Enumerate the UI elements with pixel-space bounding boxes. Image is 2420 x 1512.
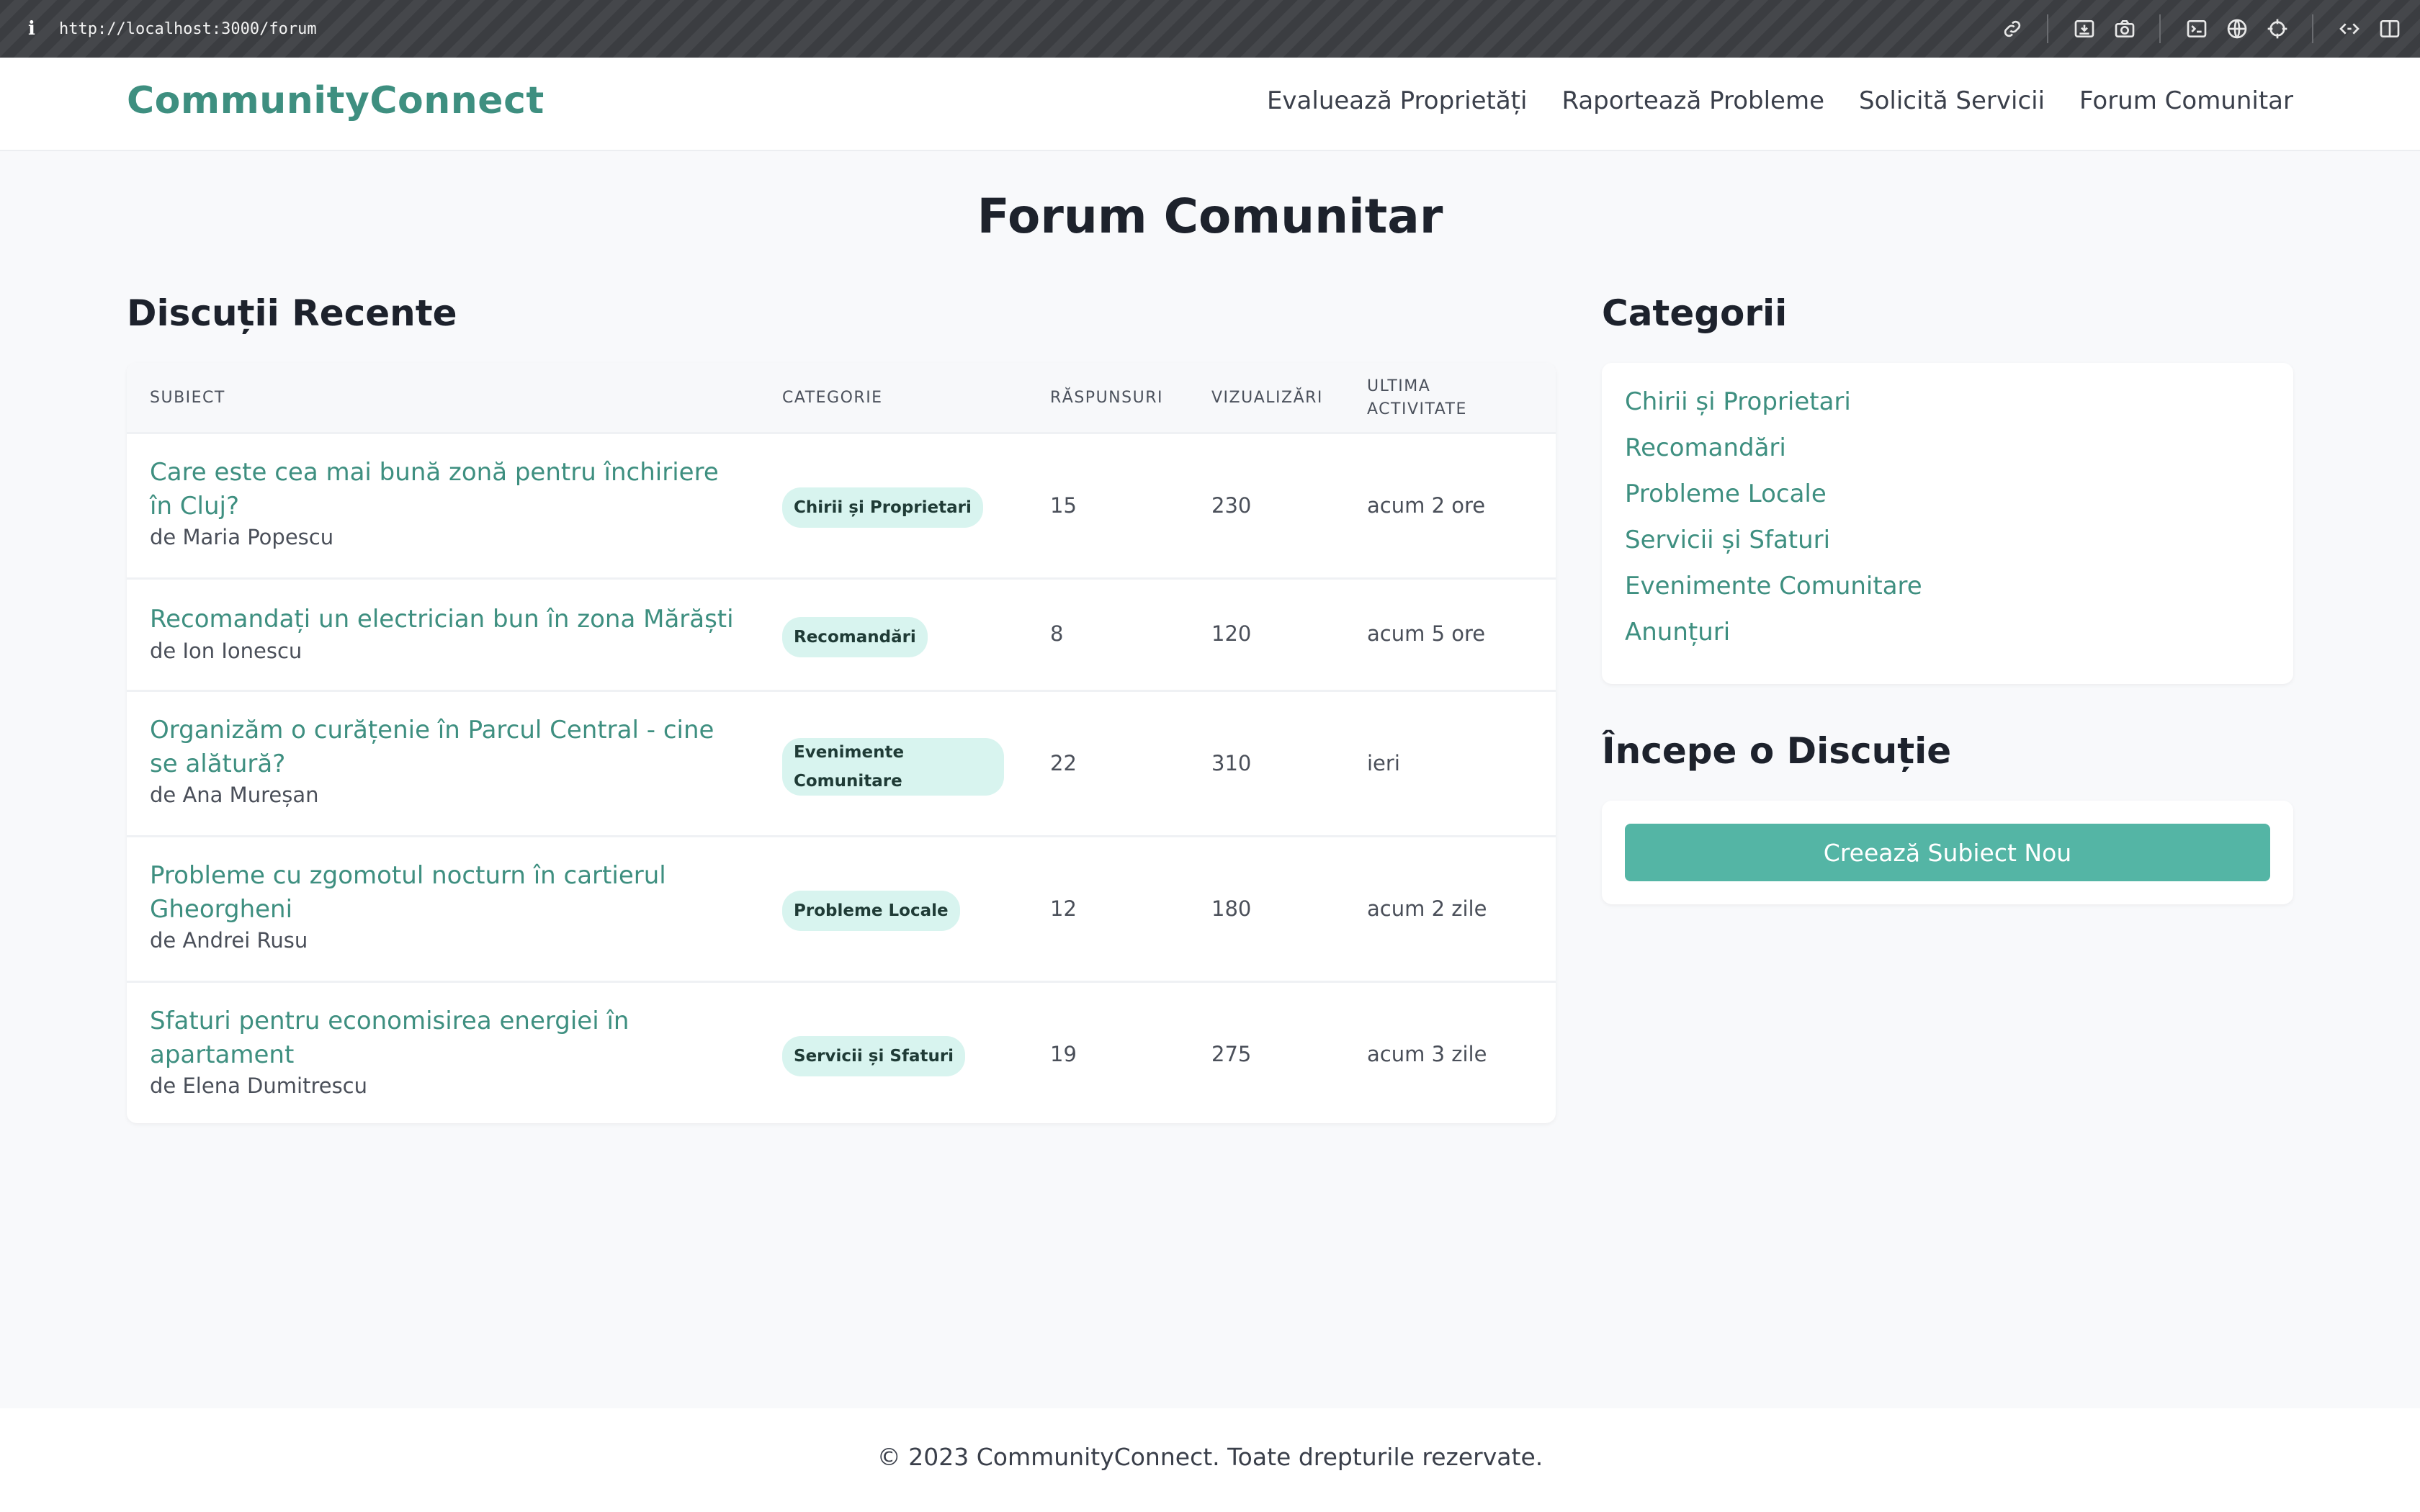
toolbar-divider (2159, 14, 2161, 43)
topic-author: de Andrei Rusu (150, 928, 308, 953)
column-header-category[interactable]: CATEGORIE (782, 389, 883, 407)
views-count: 275 (1211, 1042, 1252, 1066)
nav-link-report-problems[interactable]: Raportează Probleme (1561, 86, 1824, 115)
last-activity: acum 3 zile (1367, 1042, 1487, 1066)
nav-link-request-services[interactable]: Solicită Servicii (1859, 86, 2045, 115)
replies-count: 15 (1050, 493, 1077, 518)
topic-author: de Ion Ionescu (150, 639, 302, 663)
site-header: CommunityConnect Evaluează Proprietăți R… (0, 58, 2420, 151)
crosshair-icon[interactable] (2262, 13, 2293, 45)
views-count: 310 (1211, 751, 1252, 775)
topic-link[interactable]: Sfaturi pentru economisirea energiei în … (150, 1004, 748, 1072)
category-link-events[interactable]: Evenimente Comunitare (1625, 572, 1922, 600)
replies-count: 19 (1050, 1042, 1077, 1066)
table-row[interactable]: Care este cea mai bună zonă pentru închi… (127, 432, 1556, 577)
last-activity: acum 2 ore (1367, 493, 1486, 518)
category-link-rent[interactable]: Chirii și Proprietari (1625, 387, 1851, 416)
views-count: 180 (1211, 896, 1252, 921)
replies-count: 12 (1050, 896, 1077, 921)
last-activity: ieri (1367, 751, 1400, 775)
last-activity: acum 2 zile (1367, 896, 1487, 921)
site-logo[interactable]: CommunityConnect (127, 79, 544, 122)
topic-link[interactable]: Recomandați un electrician bun în zona M… (150, 603, 748, 636)
camera-icon[interactable] (2109, 13, 2141, 45)
sidebar-toggle-icon[interactable] (2374, 13, 2406, 45)
views-count: 120 (1211, 621, 1252, 646)
topic-link[interactable]: Probleme cu zgomotul nocturn în cartieru… (150, 859, 748, 927)
category-badge: Evenimente Comunitare (782, 738, 1004, 796)
recent-discussions-heading: Discuții Recente (127, 292, 457, 334)
start-discussion-heading: Începe o Discuție (1602, 730, 1952, 772)
discussions-table: SUBIECT CATEGORIE RĂSPUNSURI VIZUALIZĂRI… (127, 363, 1556, 1123)
replies-count: 8 (1050, 621, 1064, 646)
table-row[interactable]: Organizăm o curățenie în Parcul Central … (127, 690, 1556, 835)
topic-link[interactable]: Organizăm o curățenie în Parcul Central … (150, 714, 748, 781)
categories-list: Chirii și Proprietari Recomandări Proble… (1602, 363, 2293, 684)
link-icon[interactable] (1996, 13, 2028, 45)
toolbar-divider (2047, 14, 2048, 43)
topic-author: de Maria Popescu (150, 525, 334, 549)
category-badge: Recomandări (782, 617, 928, 657)
table-header: SUBIECT CATEGORIE RĂSPUNSURI VIZUALIZĂRI… (127, 363, 1556, 432)
column-header-views[interactable]: VIZUALIZĂRI (1211, 389, 1323, 407)
nav-link-evaluate-properties[interactable]: Evaluează Proprietăți (1267, 86, 1527, 115)
create-topic-button[interactable]: Creează Subiect Nou (1625, 824, 2270, 881)
category-link-services[interactable]: Servicii și Sfaturi (1625, 526, 1830, 554)
replies-count: 22 (1050, 751, 1077, 775)
category-badge: Servicii și Sfaturi (782, 1036, 966, 1076)
views-count: 230 (1211, 493, 1252, 518)
start-discussion-card: Creează Subiect Nou (1602, 801, 2293, 904)
table-row[interactable]: Recomandați un electrician bun în zona M… (127, 577, 1556, 690)
globe-icon[interactable] (2221, 13, 2253, 45)
column-header-subject[interactable]: SUBIECT (150, 389, 225, 407)
category-badge: Chirii și Proprietari (782, 487, 983, 528)
column-header-replies[interactable]: RĂSPUNSURI (1050, 389, 1163, 407)
copyright-text: © 2023 CommunityConnect. Toate drepturil… (877, 1443, 1543, 1471)
last-activity: acum 5 ore (1367, 621, 1486, 646)
extensions-icon[interactable] (2334, 13, 2365, 45)
browser-tools (1988, 0, 2406, 58)
table-row[interactable]: Sfaturi pentru economisirea energiei în … (127, 981, 1556, 1123)
main-nav: Evaluează Proprietăți Raportează Problem… (1232, 86, 2293, 115)
site-footer: © 2023 CommunityConnect. Toate drepturil… (0, 1408, 2420, 1512)
save-download-icon[interactable] (2069, 13, 2100, 45)
terminal-icon[interactable] (2181, 13, 2213, 45)
category-link-local-problems[interactable]: Probleme Locale (1625, 480, 1827, 508)
page-title: Forum Comunitar (977, 189, 1443, 244)
address-bar-url[interactable]: http://localhost:3000/forum (59, 20, 317, 38)
table-row[interactable]: Probleme cu zgomotul nocturn în cartieru… (127, 835, 1556, 981)
category-link-announcements[interactable]: Anunțuri (1625, 618, 1730, 647)
info-icon[interactable]: i (22, 18, 42, 40)
topic-author: de Elena Dumitrescu (150, 1074, 368, 1098)
column-header-last-activity-line1[interactable]: ULTIMA (1367, 377, 1430, 395)
topic-link[interactable]: Care este cea mai bună zonă pentru închi… (150, 456, 748, 523)
toolbar-divider (2312, 14, 2313, 43)
topic-author: de Ana Mureșan (150, 783, 319, 807)
categories-heading: Categorii (1602, 292, 1788, 334)
browser-toolbar: i http://localhost:3000/forum (0, 0, 2420, 58)
category-badge: Probleme Locale (782, 891, 960, 931)
nav-link-community-forum[interactable]: Forum Comunitar (2079, 86, 2293, 115)
column-header-last-activity-line2[interactable]: ACTIVITATE (1367, 400, 1467, 418)
category-link-recommendations[interactable]: Recomandări (1625, 433, 1786, 462)
